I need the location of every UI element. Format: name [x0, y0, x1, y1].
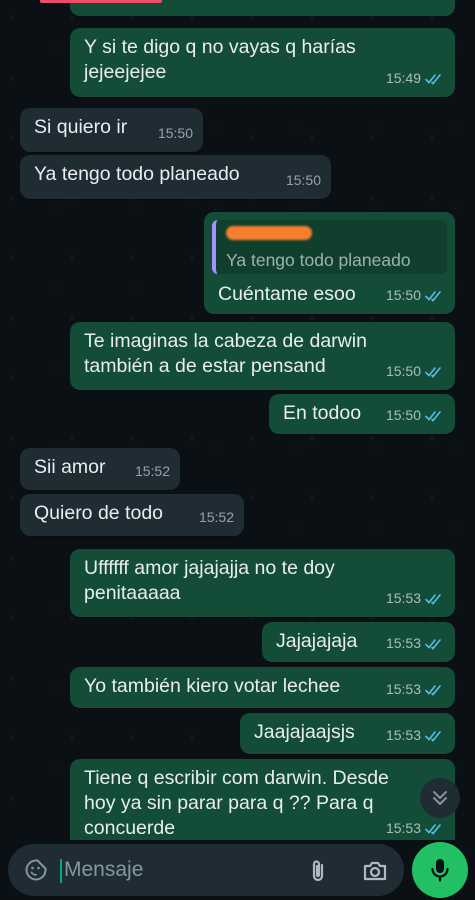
message-meta: 15:50 — [386, 283, 445, 308]
message-bubble-outgoing[interactable]: Yo también kiero votar lechee 15:53 — [70, 667, 455, 708]
message-meta: 15:50 — [286, 168, 321, 193]
message-time: 15:49 — [385, 70, 421, 86]
composer-bar — [0, 840, 475, 900]
text-caret — [60, 859, 62, 883]
message-time: 15:50 — [157, 125, 193, 141]
message-bubble-incoming[interactable]: Sii amor 15:52 — [20, 448, 180, 490]
microphone-icon — [431, 859, 449, 882]
message-time: 15:53 — [385, 727, 421, 743]
quoted-author-redacted — [226, 226, 312, 240]
message-time: 15:53 — [385, 635, 421, 651]
message-time: 15:52 — [198, 509, 234, 525]
quoted-message[interactable]: Ya tengo todo planeado — [212, 220, 447, 274]
message-text: Ya tengo todo planeado — [34, 163, 240, 185]
double-check-icon — [425, 366, 441, 378]
paperclip-icon[interactable] — [307, 858, 329, 884]
message-meta: 15:53 — [386, 586, 445, 611]
message-meta: 15:50 — [386, 403, 445, 428]
message-time: 15:50 — [285, 172, 321, 188]
chat-area[interactable]: Y si te digo q no vayas q harías jejeeje… — [0, 0, 475, 840]
double-check-icon — [425, 730, 441, 742]
message-bubble-outgoing[interactable]: Jaajajaajsjs 15:53 — [240, 713, 455, 754]
quoted-text: Ya tengo todo planeado — [226, 250, 411, 270]
message-time: 15:50 — [385, 363, 421, 379]
message-input[interactable] — [64, 854, 294, 886]
message-meta: 15:52 — [199, 505, 234, 530]
message-meta: 15:53 — [386, 677, 445, 702]
message-meta: 15:53 — [386, 631, 445, 656]
message-bubble-outgoing[interactable]: Tiene q escribir com darwin. Desde hoy y… — [70, 759, 455, 840]
message-bubble-incoming[interactable]: Si quiero ir 15:50 — [20, 108, 203, 152]
double-check-icon — [425, 638, 441, 650]
double-check-icon — [425, 684, 441, 696]
message-meta: 15:49 — [386, 66, 445, 91]
message-bubble-outgoing[interactable]: Y si te digo q no vayas q harías jejeeje… — [70, 28, 455, 97]
message-bubble-incoming[interactable]: Quiero de todo 15:52 — [20, 494, 244, 536]
message-composer[interactable] — [8, 844, 404, 896]
message-bubble-outgoing-reply[interactable]: Ya tengo todo planeado Cuéntame esoo 15:… — [204, 212, 455, 314]
message-time: 15:53 — [385, 681, 421, 697]
double-chevron-down-icon — [433, 791, 447, 805]
message-time: 15:53 — [385, 820, 421, 836]
message-meta: 15:50 — [158, 121, 193, 146]
message-time: 15:52 — [134, 463, 170, 479]
double-check-icon — [425, 73, 441, 85]
message-meta: 15:53 — [386, 723, 445, 748]
camera-icon[interactable] — [362, 859, 388, 883]
message-bubble-outgoing[interactable]: Uffffff amor jajajajja no te doy penitaa… — [70, 549, 455, 617]
double-check-icon — [425, 823, 441, 835]
double-check-icon — [425, 410, 441, 422]
message-meta: 15:53 — [386, 816, 445, 840]
top-indicator — [40, 0, 162, 3]
scroll-to-bottom-button[interactable] — [420, 778, 460, 818]
sticker-smiley-icon[interactable] — [24, 858, 48, 882]
message-bubble-incoming[interactable]: Ya tengo todo planeado 15:50 — [20, 155, 331, 199]
message-meta: 15:52 — [135, 459, 170, 484]
double-check-icon — [425, 290, 441, 302]
message-time: 15:50 — [385, 407, 421, 423]
message-bubble-outgoing[interactable]: En todoo 15:50 — [269, 394, 455, 434]
message-meta: 15:50 — [386, 359, 445, 384]
voice-message-button[interactable] — [412, 842, 468, 898]
message-bubble-outgoing[interactable]: Jajajajaja 15:53 — [262, 622, 455, 662]
message-time: 15:50 — [385, 287, 421, 303]
message-bubble-outgoing[interactable]: Te imaginas la cabeza de darwin también … — [70, 322, 455, 390]
message-time: 15:53 — [385, 590, 421, 606]
double-check-icon — [425, 593, 441, 605]
